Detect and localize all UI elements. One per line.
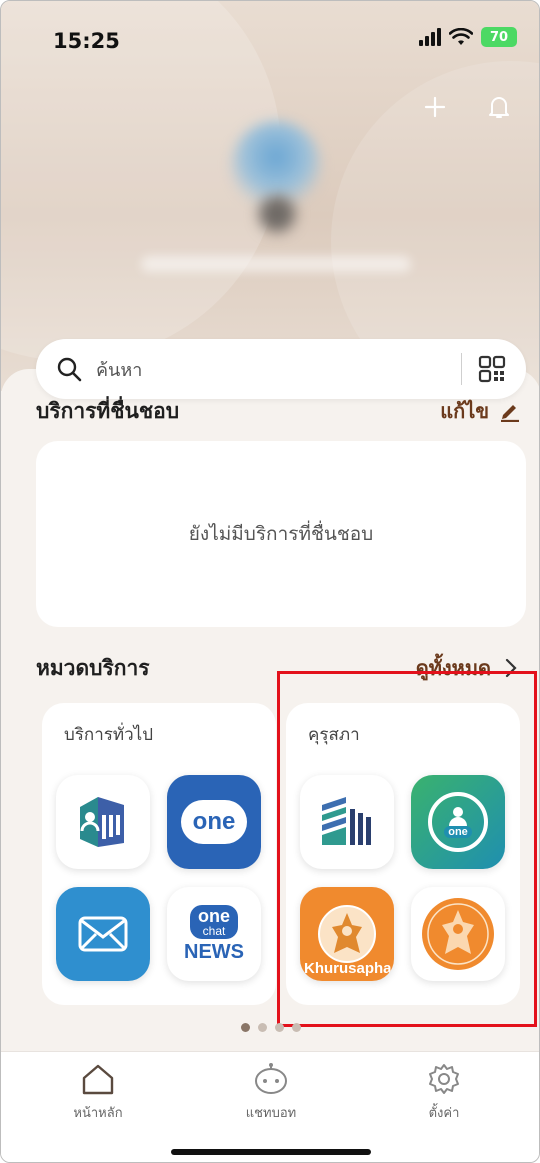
category-card-title: บริการทั่วไป [64,725,153,745]
one-app-icon[interactable]: one [167,775,261,869]
tab-settings-label: ตั้งค่า [428,1106,460,1121]
wifi-icon [449,28,473,45]
onechat-news-text: NEWS [184,940,244,963]
chatbot-icon [255,1063,287,1094]
tab-chatbot[interactable]: แชทบอท [216,1062,326,1123]
favorites-title: บริการที่ชื่นชอบ [36,399,180,423]
search-input[interactable]: ค้นหา [96,355,461,384]
page-dot [275,1023,284,1032]
tab-bar: หน้าหลัก แชทบอท ตั้งค่า [1,1051,539,1162]
page-indicator [241,1023,301,1032]
empty-favorites-text: ยังไม่มีบริการที่ชื่นชอบ [188,523,374,545]
pencil-icon [501,405,519,422]
header-actions [421,93,513,121]
status-indicators: 70 [419,27,517,47]
search-divider [461,353,462,385]
mail-app-icon[interactable] [56,887,150,981]
onechat-news-app-icon[interactable]: one chat NEWS [167,887,261,981]
highlight-box [277,671,537,1027]
tab-home[interactable]: หน้าหลัก [43,1062,153,1123]
signal-icon [419,28,441,46]
category-card-general[interactable]: บริการทั่วไป one one chat NEWS [42,703,276,1005]
favorites-empty-state: ยังไม่มีบริการที่ชื่นชอบ [36,441,526,627]
add-icon[interactable] [421,93,449,121]
search-icon [57,357,82,382]
qr-scan-icon[interactable] [478,355,506,383]
gear-icon [429,1064,459,1094]
onechat-mid-text: chat [202,923,226,938]
tab-chatbot-label: แชทบอท [245,1106,297,1121]
edit-favorites-button[interactable]: แก้ไข [440,395,521,427]
home-icon [82,1064,114,1095]
phone-screen: 15:25 70 ค้นหา บริการที่ชื่นชอบ แก้ไข ยั… [0,0,540,1163]
avatar-detail [259,196,295,232]
home-indicator [171,1149,371,1155]
categories-title: หมวดบริการ [36,656,150,680]
profile-name-blurred [141,256,411,272]
building-app-icon[interactable] [56,775,150,869]
status-time: 15:25 [53,29,120,53]
tab-settings[interactable]: ตั้งค่า [389,1062,499,1123]
edit-label: แก้ไข [440,399,489,423]
one-logo-text: one [192,808,236,835]
bell-icon[interactable] [485,93,513,121]
search-bar[interactable]: ค้นหา [36,339,526,399]
onechat-top-text: one [197,905,230,926]
battery-indicator: 70 [481,27,517,47]
page-dot [241,1023,250,1032]
tab-home-label: หน้าหลัก [73,1106,123,1121]
page-dot [292,1023,301,1032]
page-dot [258,1023,267,1032]
